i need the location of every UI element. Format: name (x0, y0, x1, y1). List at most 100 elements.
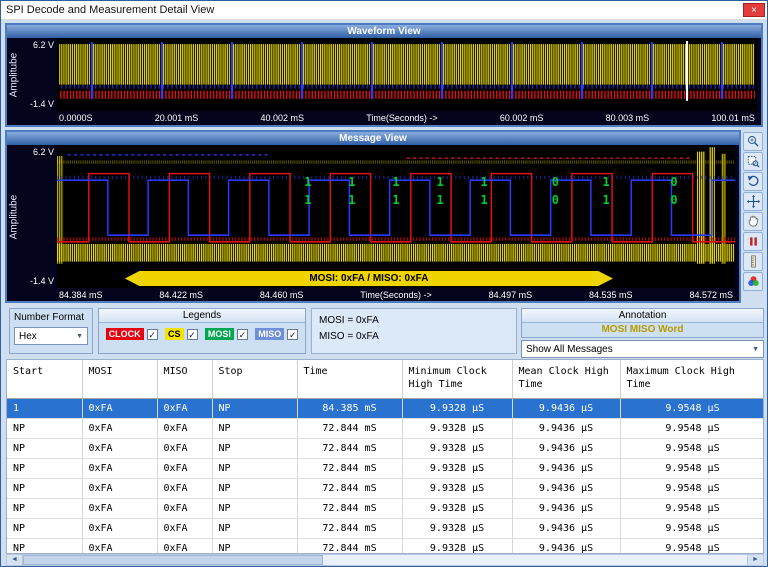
cs-checkbox[interactable]: ✓ (187, 329, 198, 340)
bit-annotation: 11 (348, 173, 355, 209)
x-tick: 84.460 mS (260, 290, 304, 300)
bit-annotation: 00 (670, 173, 677, 209)
table-cell: NP (212, 499, 297, 519)
table-cell: 0xFA (82, 519, 157, 539)
x-tick: 84.422 mS (159, 290, 203, 300)
table-cell: NP (7, 519, 82, 539)
table-cell: 9.9436 µS (512, 419, 620, 439)
bit-annotation: 11 (481, 173, 488, 209)
table-cell: 0xFA (82, 479, 157, 499)
window-title: SPI Decode and Measurement Detail View (6, 4, 214, 16)
zoom-in-button[interactable] (743, 132, 763, 151)
x-tick: 84.384 mS (59, 290, 103, 300)
waveform-view-panel: Waveform View Amplitube 6.2 V -1.4 V (5, 23, 763, 127)
table-row[interactable]: NP0xFA0xFANP72.844 mS9.9328 µS9.9436 µS9… (7, 479, 764, 499)
table-cell: 0xFA (157, 479, 212, 499)
chevron-down-icon: ▼ (76, 333, 83, 340)
undo-button[interactable] (743, 172, 763, 191)
pan-button[interactable] (743, 192, 763, 211)
message-plot[interactable]: MOSI: 0xFA / MISO: 0xFA 1111111111001100 (57, 145, 735, 288)
legend-item-mosi: MOSI✓ (205, 328, 248, 340)
decoded-value-box: MOSI = 0xFA MISO = 0xFA (311, 308, 517, 354)
waveform-plot[interactable] (57, 38, 757, 111)
x-tick: 84.572 mS (689, 290, 733, 300)
table-row[interactable]: NP0xFA0xFANP72.844 mS9.9328 µS9.9436 µS9… (7, 419, 764, 439)
titlebar[interactable]: SPI Decode and Measurement Detail View × (1, 1, 767, 20)
table-row[interactable]: NP0xFA0xFANP72.844 mS9.9328 µS9.9436 µS9… (7, 499, 764, 519)
bit-annotation: 11 (436, 173, 443, 209)
table-cell: 0xFA (82, 499, 157, 519)
column-header: Time (297, 360, 402, 399)
color-wheel-icon (746, 274, 761, 289)
scroll-left-button[interactable]: ◄ (7, 555, 23, 565)
message-filter-value: Show All Messages (526, 344, 613, 355)
table-cell: 9.9436 µS (512, 519, 620, 539)
y-min-tick: -1.4 V (30, 276, 54, 286)
table-cell: 9.9436 µS (512, 539, 620, 555)
word-annotation-text: MOSI: 0xFA / MISO: 0xFA (309, 273, 428, 284)
table-row[interactable]: NP0xFA0xFANP72.844 mS9.9328 µS9.9436 µS9… (7, 459, 764, 479)
table-cell: NP (7, 419, 82, 439)
pause-button[interactable] (743, 232, 763, 251)
table-cell: 72.844 mS (297, 519, 402, 539)
spi-decode-window: SPI Decode and Measurement Detail View ×… (0, 0, 768, 567)
plot-toolbar (743, 132, 767, 291)
table-row[interactable]: 10xFA0xFANP84.385 mS9.9328 µS9.9436 µS9.… (7, 399, 764, 419)
clock-checkbox[interactable]: ✓ (147, 329, 158, 340)
x-axis-label: Time(Seconds) -> (366, 113, 437, 123)
table-cell: NP (212, 439, 297, 459)
ruler-button[interactable] (743, 252, 763, 271)
legend-item-clock: CLOCK✓ (106, 328, 158, 340)
color-wheel-button[interactable] (743, 272, 763, 291)
y-min-tick: -1.4 V (30, 99, 54, 109)
pan-icon (746, 194, 761, 209)
table-row[interactable]: NP0xFA0xFANP72.844 mS9.9328 µS9.9436 µS9… (7, 519, 764, 539)
table-cell: 72.844 mS (297, 459, 402, 479)
message-view-header: Message View (7, 132, 739, 145)
waveform-y-axis-label: Amplitube (7, 38, 21, 111)
horizontal-scrollbar[interactable]: ◄ ► (6, 554, 764, 566)
miso-checkbox[interactable]: ✓ (287, 329, 298, 340)
table-cell: 72.844 mS (297, 419, 402, 439)
number-format-group: Number Format Hex ▼ (9, 308, 93, 354)
number-format-select[interactable]: Hex ▼ (14, 327, 88, 345)
scroll-left-icon: ◄ (11, 556, 18, 563)
table-cell: NP (212, 399, 297, 419)
table-cell: 9.9328 µS (402, 459, 512, 479)
message-x-axis: 84.384 mS 84.422 mS 84.460 mS Time(Seconds)… (7, 288, 739, 300)
message-filter-select[interactable]: Show All Messages ▼ (521, 340, 764, 358)
column-header: MISO (157, 360, 212, 399)
column-header: Minimum Clock High Time (402, 360, 512, 399)
bit-annotation: 11 (603, 173, 610, 209)
table-cell: 9.9436 µS (512, 459, 620, 479)
table-cell: 9.9548 µS (620, 499, 764, 519)
number-format-value: Hex (19, 331, 37, 342)
legend-chip-mosi: MOSI (205, 328, 234, 340)
measurement-table: StartMOSIMISOStopTimeMinimum Clock High … (6, 359, 764, 554)
table-cell: 9.9436 µS (512, 499, 620, 519)
waveform-view-header: Waveform View (7, 25, 761, 38)
table-row[interactable]: NP0xFA0xFANP72.844 mS9.9328 µS9.9436 µS9… (7, 439, 764, 459)
table-cell: NP (212, 519, 297, 539)
table-cell: NP (212, 459, 297, 479)
table-cell: 84.385 mS (297, 399, 402, 419)
x-tick: 84.535 mS (589, 290, 633, 300)
table-cell: 0xFA (157, 399, 212, 419)
scroll-right-button[interactable]: ► (747, 555, 763, 565)
close-button[interactable]: × (743, 3, 765, 17)
x-axis-label: Time(Seconds) -> (360, 290, 431, 300)
table-cell: NP (212, 479, 297, 499)
chevron-down-icon: ▼ (752, 346, 759, 353)
table-cell: 9.9328 µS (402, 419, 512, 439)
mosi-checkbox[interactable]: ✓ (237, 329, 248, 340)
table-cell: NP (7, 499, 82, 519)
legends-title: Legends (99, 309, 305, 323)
hand-button[interactable] (743, 212, 763, 231)
legend-row: CLOCK✓CS✓MOSI✓MISO✓ (99, 323, 305, 345)
table-cell: 72.844 mS (297, 499, 402, 519)
scroll-thumb[interactable] (23, 555, 323, 565)
table-row[interactable]: NP0xFA0xFANP72.844 mS9.9328 µS9.9436 µS9… (7, 539, 764, 555)
column-header: Start (7, 360, 82, 399)
zoom-region-button[interactable] (743, 152, 763, 171)
table-cell: 72.844 mS (297, 539, 402, 555)
